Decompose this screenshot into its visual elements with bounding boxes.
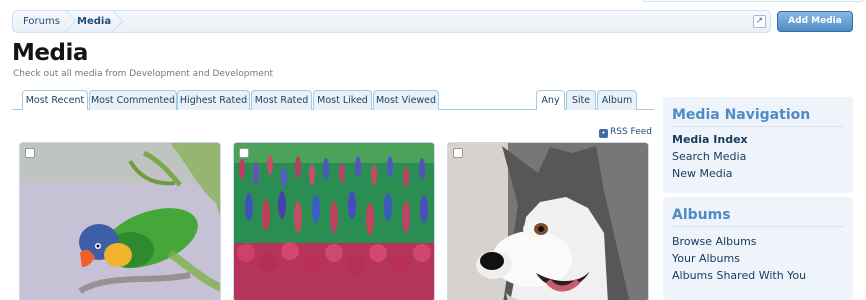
tab-most-recent[interactable]: Most Recent	[22, 90, 88, 110]
tab-most-commented[interactable]: Most Commented	[89, 90, 177, 110]
breadcrumb-separator-icon	[111, 10, 125, 33]
sidebar-item-search-media[interactable]: Search Media	[672, 150, 746, 163]
parrot-thumbnail[interactable]	[19, 142, 221, 300]
rss-icon: •	[599, 129, 608, 138]
breadcrumb: Forums Media ↗	[12, 10, 771, 33]
breadcrumb-media[interactable]: Media	[77, 11, 111, 32]
albums-heading: Albums	[672, 207, 731, 223]
select-checkbox[interactable]	[25, 148, 35, 158]
add-media-button[interactable]: Add Media	[777, 11, 853, 32]
rss-feed-label: RSS Feed	[610, 127, 653, 137]
page-description: Check out all media from Development and…	[13, 69, 274, 79]
breadcrumb-forums[interactable]: Forums	[23, 11, 60, 32]
select-checkbox[interactable]	[239, 148, 249, 158]
sidebar-item-media-index[interactable]: Media Index	[672, 133, 748, 146]
media-navigation-panel: Media Navigation Media Index Search Medi…	[663, 97, 853, 193]
external-link-icon[interactable]: ↗	[753, 15, 766, 28]
husky-thumbnail[interactable]	[447, 142, 649, 300]
media-navigation-heading: Media Navigation	[672, 107, 811, 123]
albums-panel: Albums Browse Albums Your Albums Albums …	[663, 197, 853, 300]
sidebar-item-browse-albums[interactable]: Browse Albums	[672, 235, 757, 248]
husky-image	[448, 143, 648, 300]
tab-scope-site[interactable]: Site	[566, 90, 596, 110]
page-title: Media	[12, 40, 88, 66]
divider	[672, 126, 844, 127]
tab-scope-album[interactable]: Album	[597, 90, 637, 110]
tab-most-liked[interactable]: Most Liked	[313, 90, 372, 110]
tab-scope-any[interactable]: Any	[536, 90, 565, 110]
sidebar-item-new-media[interactable]: New Media	[672, 167, 733, 180]
flowers-image	[234, 143, 434, 300]
sidebar-item-your-albums[interactable]: Your Albums	[672, 252, 740, 265]
flowers-thumbnail[interactable]	[233, 142, 435, 300]
select-checkbox[interactable]	[453, 148, 463, 158]
tab-highest-rated[interactable]: Highest Rated	[177, 90, 250, 110]
divider	[672, 226, 844, 227]
tab-most-rated[interactable]: Most Rated	[251, 90, 312, 110]
tab-most-viewed[interactable]: Most Viewed	[373, 90, 439, 110]
top-strip	[640, 0, 866, 2]
rss-feed-link[interactable]: • RSS Feed	[599, 127, 652, 138]
breadcrumb-separator-icon	[64, 10, 78, 33]
parrot-image	[20, 143, 220, 300]
sidebar-item-albums-shared-with-you[interactable]: Albums Shared With You	[672, 269, 806, 282]
sidebar: Media Navigation Media Index Search Medi…	[663, 97, 853, 300]
